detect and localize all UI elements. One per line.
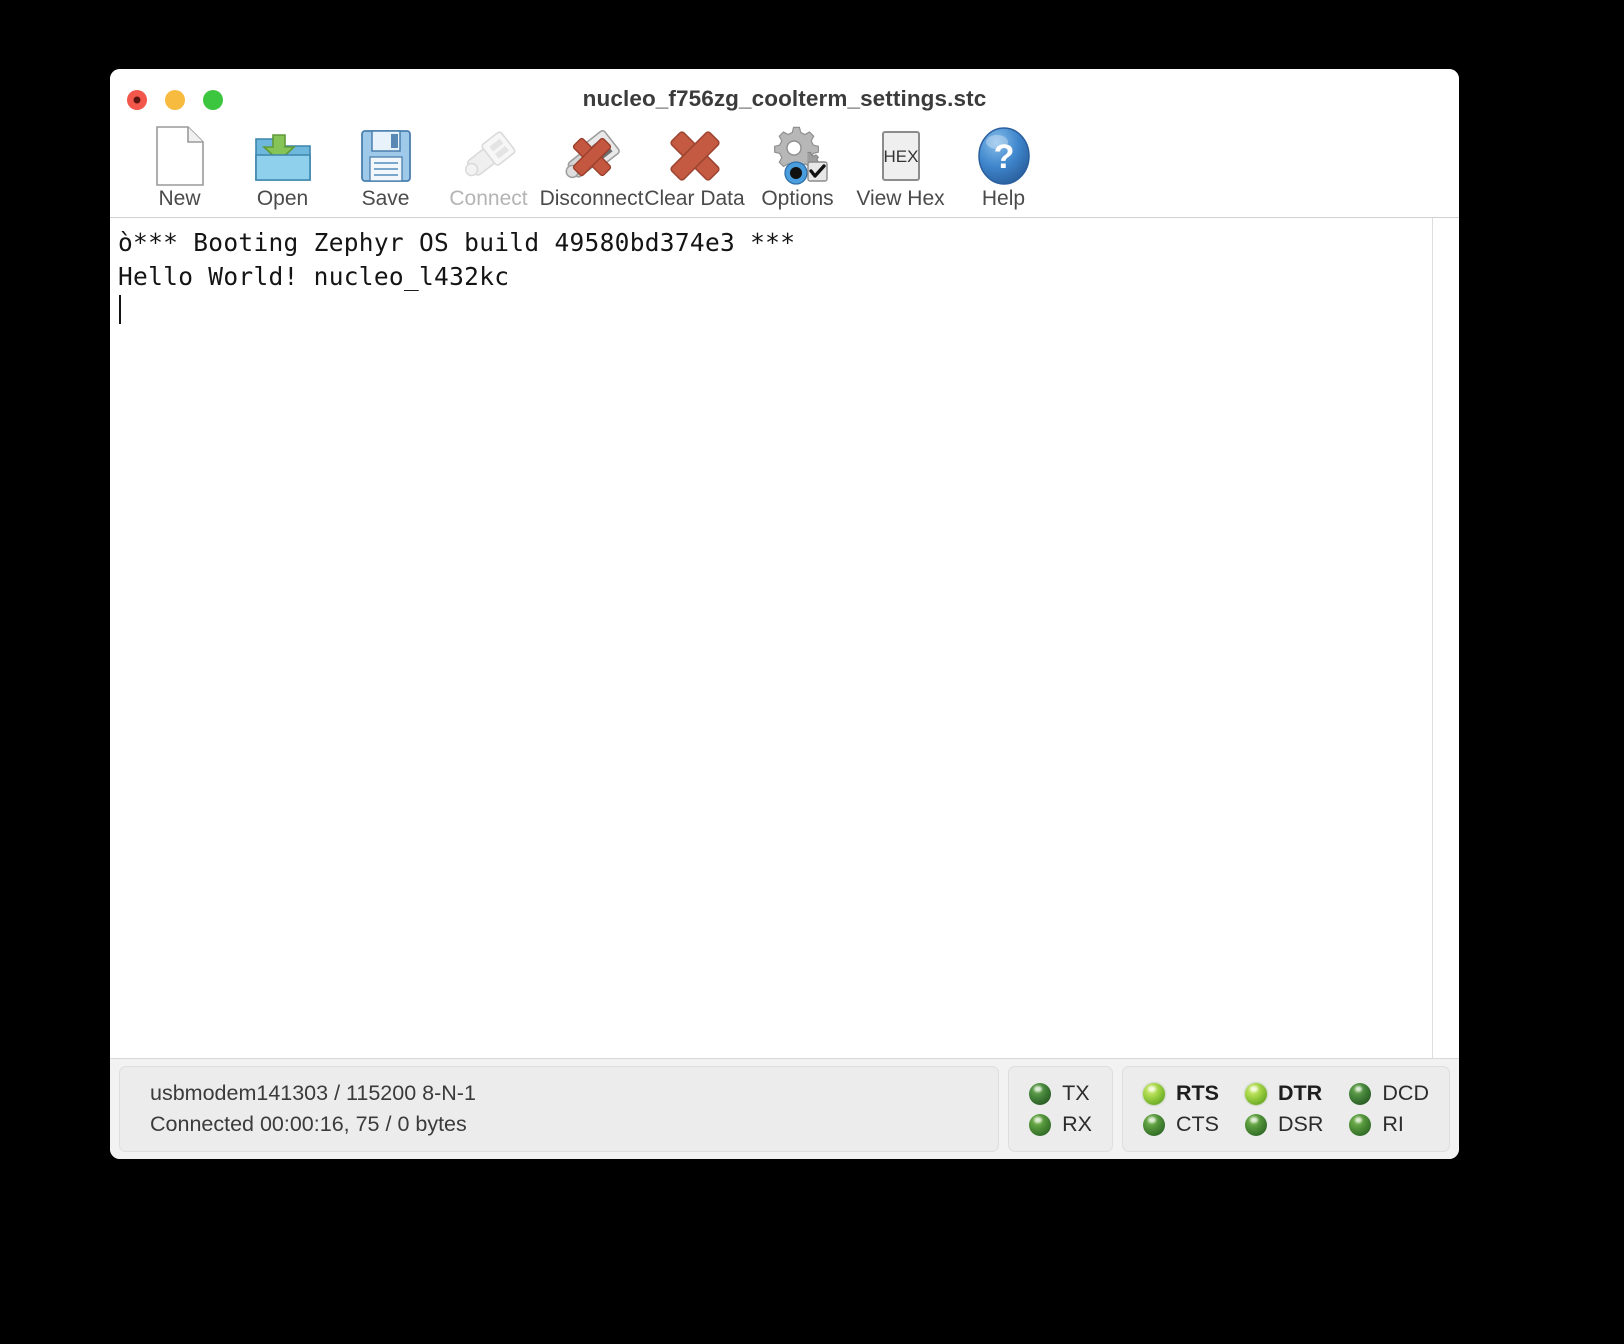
gear-settings-icon <box>767 125 829 187</box>
terminal-area: ò*** Booting Zephyr OS build 49580bd374e… <box>110 218 1459 1058</box>
toolbar: New Open Save Connect Disconnect Clear D… <box>110 125 1459 218</box>
led-item-rts: RTS <box>1143 1081 1219 1106</box>
signal-leds-panel: RTS CTS DTR DSR DCD RI <box>1122 1066 1450 1152</box>
led-item-rx: RX <box>1029 1112 1092 1137</box>
terminal-output[interactable]: ò*** Booting Zephyr OS build 49580bd374e… <box>110 218 1432 1058</box>
toolbar-label-options: Options <box>761 187 834 210</box>
usb-plug-x-icon <box>559 125 625 187</box>
toolbar-button-help[interactable]: ? Help <box>952 125 1055 217</box>
floppy-disk-icon <box>359 125 413 187</box>
hex-button-icon: HEX <box>870 125 932 187</box>
led-label-ri: RI <box>1382 1112 1404 1136</box>
question-mark-icon: ? <box>973 125 1035 187</box>
led-item-dtr: DTR <box>1245 1081 1323 1106</box>
led-label-rx: RX <box>1062 1112 1092 1136</box>
led-label-cts: CTS <box>1176 1112 1219 1136</box>
led-indicator-cts <box>1143 1113 1165 1136</box>
toolbar-button-new[interactable]: New <box>128 125 231 217</box>
toolbar-button-options[interactable]: Options <box>746 125 849 217</box>
toolbar-button-clear-data[interactable]: Clear Data <box>643 125 746 217</box>
led-item-ri: RI <box>1349 1112 1429 1137</box>
led-indicator-tx <box>1029 1082 1052 1105</box>
toolbar-label-new: New <box>158 187 201 210</box>
led-indicator-ri <box>1349 1113 1372 1136</box>
led-item-dcd: DCD <box>1349 1081 1429 1106</box>
toolbar-label-open: Open <box>256 187 309 210</box>
toolbar-label-save: Save <box>361 187 410 210</box>
connection-settings-text: usbmodem141303 / 115200 8-N-1 <box>150 1081 476 1105</box>
toolbar-label-view-hex: View Hex <box>856 187 945 210</box>
connection-state-text: Connected 00:00:16, 75 / 0 bytes <box>150 1112 467 1136</box>
svg-text:?: ? <box>993 138 1014 176</box>
toolbar-button-open[interactable]: Open <box>231 125 334 217</box>
led-label-dtr: DTR <box>1278 1081 1323 1105</box>
toolbar-button-view-hex[interactable]: HEX View Hex <box>849 125 952 217</box>
terminal-line: ò*** Booting Zephyr OS build 49580bd374e… <box>118 228 796 257</box>
led-indicator-dcd <box>1349 1082 1372 1105</box>
open-folder-icon <box>253 125 313 187</box>
led-item-cts: CTS <box>1143 1112 1219 1137</box>
toolbar-label-help: Help <box>981 187 1026 210</box>
led-indicator-rts <box>1143 1082 1165 1105</box>
led-label-tx: TX <box>1062 1081 1090 1105</box>
data-leds-panel: TX RX <box>1008 1066 1113 1152</box>
toolbar-label-clear-data: Clear Data <box>644 187 745 210</box>
led-indicator-dtr <box>1245 1082 1267 1105</box>
window-title: nucleo_f756zg_coolterm_settings.stc <box>582 86 987 111</box>
new-document-icon <box>154 125 206 187</box>
svg-text:HEX: HEX <box>883 147 918 166</box>
led-label-dcd: DCD <box>1382 1081 1429 1105</box>
led-indicator-rx <box>1029 1113 1052 1136</box>
led-indicator-dsr <box>1245 1113 1267 1136</box>
toolbar-button-disconnect[interactable]: Disconnect <box>540 125 643 217</box>
text-cursor <box>119 295 121 324</box>
red-x-icon <box>664 125 726 187</box>
coolterm-window: nucleo_f756zg_coolterm_settings.stc New <box>110 69 1459 1159</box>
led-item-tx: TX <box>1029 1081 1092 1106</box>
terminal-line: Hello World! nucleo_l432kc <box>118 261 510 291</box>
terminal-vertical-scrollbar[interactable] <box>1432 218 1459 1058</box>
toolbar-label-disconnect: Disconnect <box>539 187 644 210</box>
led-label-rts: RTS <box>1176 1081 1219 1105</box>
data-leds-grid: TX RX <box>1029 1081 1092 1137</box>
led-label-dsr: DSR <box>1278 1112 1324 1136</box>
status-bar: usbmodem141303 / 115200 8-N-1 Connected … <box>110 1058 1459 1159</box>
connection-info-panel: usbmodem141303 / 115200 8-N-1 Connected … <box>119 1066 1000 1152</box>
toolbar-button-save[interactable]: Save <box>334 125 437 217</box>
window-titlebar: nucleo_f756zg_coolterm_settings.stc <box>110 69 1459 125</box>
toolbar-label-connect: Connect <box>449 187 528 210</box>
signal-leds-grid: RTS CTS DTR DSR DCD RI <box>1143 1081 1429 1137</box>
usb-plug-icon <box>457 125 521 187</box>
toolbar-button-connect[interactable]: Connect <box>437 125 540 217</box>
led-item-dsr: DSR <box>1245 1112 1323 1137</box>
